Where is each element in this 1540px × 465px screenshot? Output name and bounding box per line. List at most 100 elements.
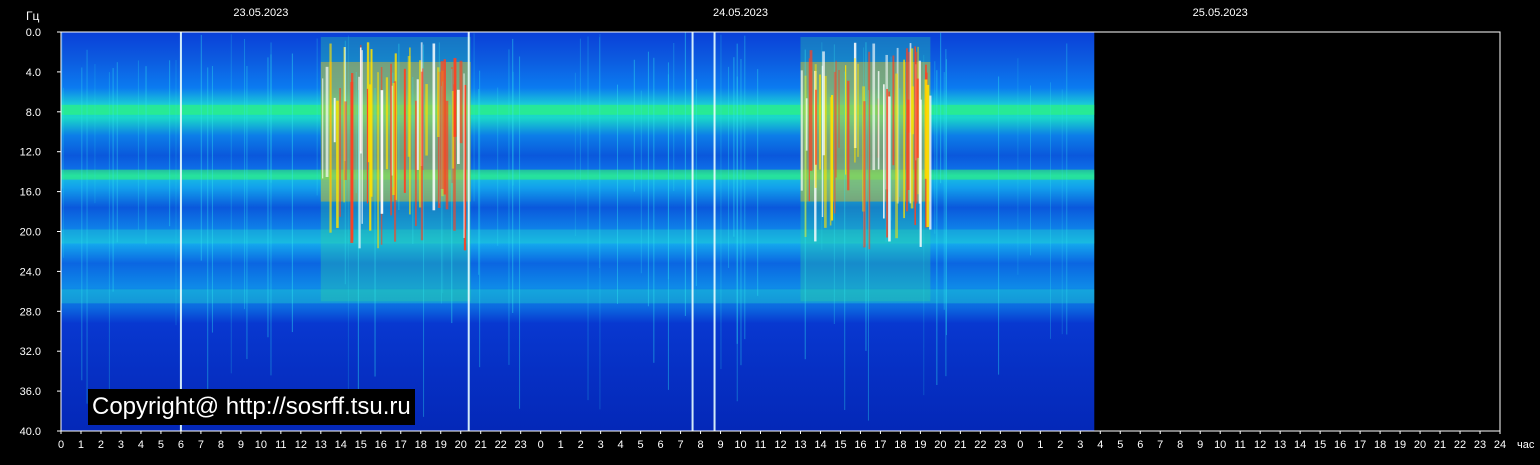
x-tick-label: 11 — [755, 439, 766, 451]
intense-streak — [872, 43, 876, 171]
x-tick-label: 4 — [618, 439, 624, 451]
noise-line — [1017, 58, 1019, 275]
x-tick-label: 5 — [638, 439, 644, 451]
intense-streak — [390, 63, 392, 216]
impulse-line — [713, 32, 716, 431]
noise-line — [479, 70, 481, 368]
x-tick-label: 17 — [1354, 439, 1366, 451]
noise-line — [86, 49, 88, 404]
intense-streak — [805, 98, 808, 151]
noise-line — [998, 76, 1000, 375]
resonance-band — [61, 289, 1095, 304]
x-tick-label: 20 — [934, 439, 946, 451]
noise-line — [244, 38, 246, 310]
noise-line — [270, 54, 272, 376]
x-tick-label: 16 — [1334, 439, 1346, 451]
intense-streak — [380, 90, 384, 214]
noise-line — [943, 72, 945, 310]
intense-streak — [333, 97, 336, 143]
y-tick-label: 20.0 — [20, 227, 41, 239]
y-tick-label: 32.0 — [20, 346, 41, 358]
x-tick-label: 14 — [814, 439, 826, 451]
x-tick-label: 22 — [974, 439, 986, 451]
x-tick-label: 9 — [717, 439, 723, 451]
x-tick-label: 21 — [1434, 439, 1446, 451]
noise-line — [398, 43, 400, 211]
intense-streak — [409, 47, 411, 215]
noise-line — [497, 87, 499, 246]
noise-line — [442, 81, 444, 294]
noise-line — [574, 72, 576, 237]
noise-line — [267, 57, 269, 338]
intense-streak — [343, 47, 345, 203]
intense-streak — [886, 88, 888, 238]
y-tick-label: 40.0 — [20, 426, 41, 438]
x-tick-label: 22 — [495, 439, 507, 451]
x-tick-label: 7 — [678, 439, 684, 451]
x-tick-label: 2 — [1057, 439, 1063, 451]
resonance-band — [61, 229, 1095, 244]
intense-streak — [457, 89, 460, 164]
date-label: 24.05.2023 — [713, 7, 768, 19]
resonance-band — [61, 104, 1095, 115]
date-labels: 23.05.2023 24.05.2023 25.05.2023 — [233, 7, 1247, 19]
x-tick-label: 5 — [158, 439, 164, 451]
noise-line — [733, 57, 735, 237]
x-tick-label: 1 — [1037, 439, 1043, 451]
noise-line — [246, 65, 248, 360]
noise-line — [116, 62, 118, 243]
x-tick-label: 17 — [874, 439, 886, 451]
x-tick-label: 15 — [1314, 439, 1326, 451]
intense-streak — [838, 69, 840, 148]
intense-streak — [350, 82, 354, 243]
noise-line — [844, 71, 846, 410]
y-tick-label: 8.0 — [26, 107, 41, 119]
x-tick-label: 23 — [1474, 439, 1486, 451]
y-axis-label: Гц — [26, 9, 39, 23]
noise-line — [112, 68, 114, 292]
x-tick-label: 20 — [455, 439, 467, 451]
noise-line — [291, 53, 293, 333]
intense-streak — [377, 72, 379, 249]
noise-line — [647, 51, 649, 307]
noise-line — [934, 61, 936, 234]
noise-line — [945, 49, 947, 377]
x-tick-label: 0 — [1017, 439, 1023, 451]
x-tick-label: 1 — [78, 439, 84, 451]
x-tick-label: 7 — [1157, 439, 1163, 451]
noise-line — [720, 34, 722, 370]
intense-streak — [459, 60, 463, 144]
spectrogram-chart: Гц час 0.0 4.0 8.0 12.0 16.0 20.0 24.0 28.0 32.0… — [0, 0, 1540, 460]
x-tick-label: 8 — [1177, 439, 1183, 451]
x-tick-label: 9 — [1197, 439, 1203, 451]
x-tick-label: 16 — [854, 439, 866, 451]
x-tick-label: 17 — [395, 439, 407, 451]
x-tick-label: 12 — [774, 439, 786, 451]
intense-streak — [929, 95, 932, 230]
intense-streak — [854, 58, 856, 163]
x-tick-label: 13 — [315, 439, 327, 451]
noise-line — [145, 66, 147, 245]
noise-line — [512, 38, 514, 313]
intense-streak — [800, 70, 803, 191]
x-tick-label: 13 — [794, 439, 806, 451]
noise-line — [169, 60, 171, 227]
y-tick-label: 12.0 — [20, 147, 41, 159]
resonance-band — [61, 169, 1095, 180]
intense-streak — [366, 88, 369, 204]
y-axis-ticks: 0.0 4.0 8.0 12.0 16.0 20.0 24.0 28.0 32.0 36.0 40.… — [20, 27, 61, 438]
intense-streak — [359, 47, 362, 154]
noise-line — [316, 38, 318, 196]
x-tick-label: 22 — [1454, 439, 1466, 451]
noise-line — [347, 35, 349, 400]
noise-line — [757, 69, 759, 296]
y-tick-label: 36.0 — [20, 386, 41, 398]
noise-line — [451, 69, 453, 324]
noise-line — [94, 64, 96, 204]
x-tick-label: 15 — [834, 439, 846, 451]
x-tick-label: 8 — [218, 439, 224, 451]
noise-line — [599, 37, 601, 269]
intense-streak — [888, 96, 891, 242]
intense-streak — [453, 58, 457, 137]
noise-line — [440, 86, 442, 304]
